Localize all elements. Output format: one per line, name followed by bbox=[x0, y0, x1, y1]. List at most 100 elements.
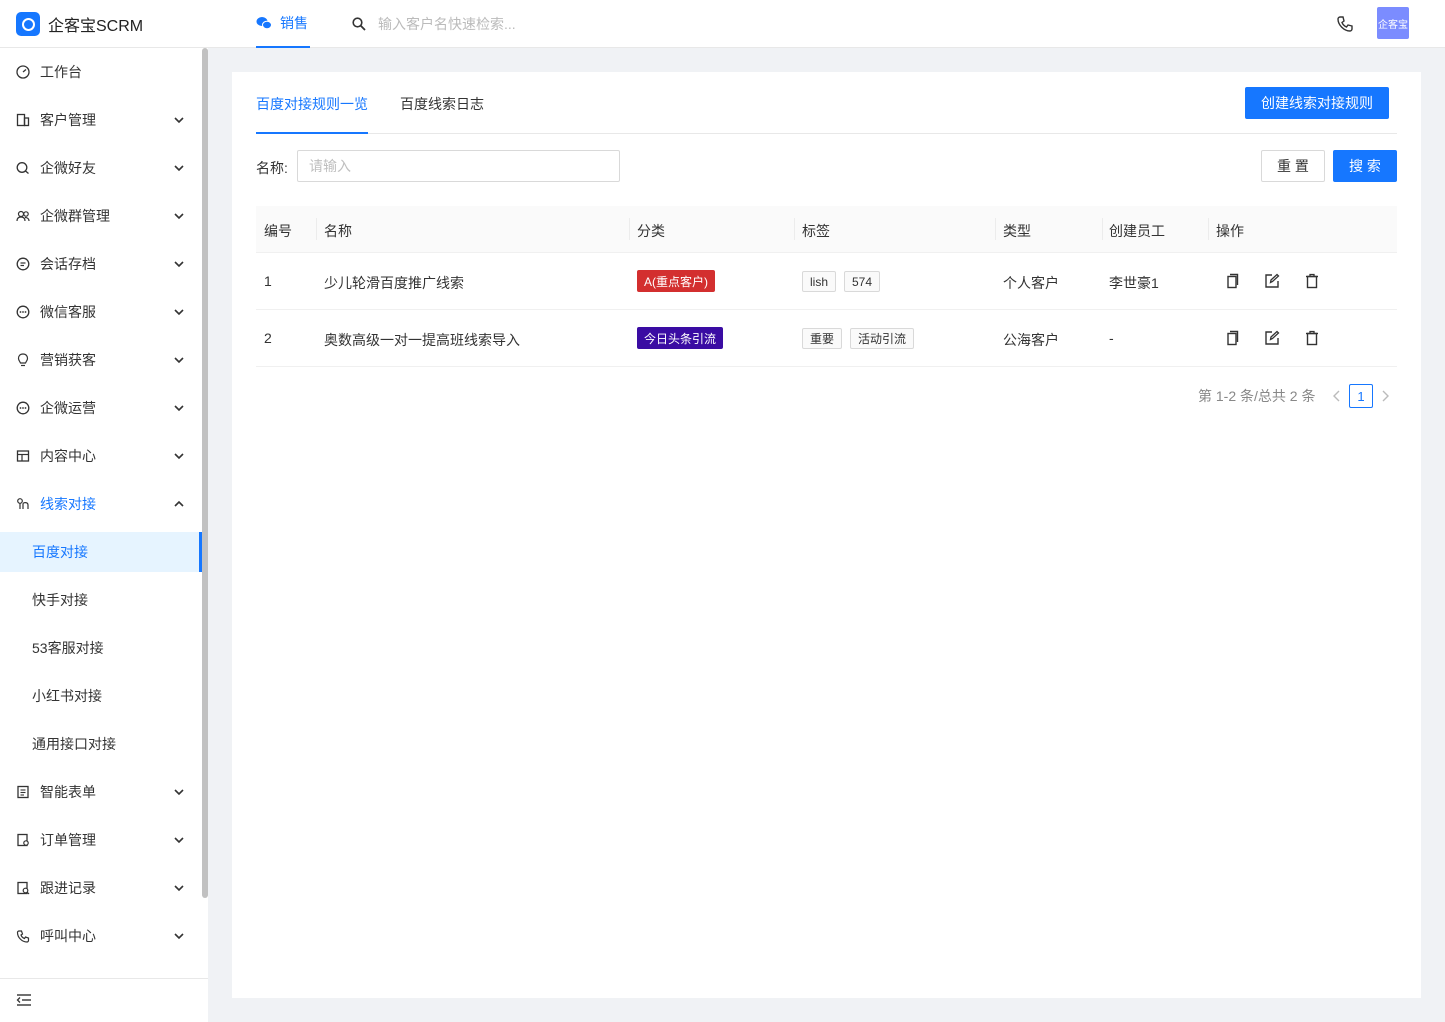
sidebar-item-customers[interactable]: 客户管理 bbox=[0, 96, 200, 144]
wechat-icon bbox=[256, 17, 272, 30]
row-id: 1 bbox=[264, 273, 272, 289]
sidebar-scrollbar[interactable] bbox=[202, 48, 208, 898]
name-filter-input[interactable] bbox=[297, 150, 620, 182]
sidebar-item-label: 智能表单 bbox=[40, 784, 96, 800]
label-tag: 活动引流 bbox=[850, 328, 915, 349]
sidebar-item-label: 企微运营 bbox=[40, 400, 96, 416]
pagination-page[interactable]: 1 bbox=[1349, 384, 1373, 408]
sidebar-item-label: 企微好友 bbox=[40, 160, 96, 176]
column-header: 创建员工 bbox=[1109, 223, 1165, 239]
nav-tab-sales[interactable]: 销售 bbox=[256, 0, 310, 48]
chevron-left-icon[interactable] bbox=[1332, 390, 1342, 402]
sidebar-subitem-xiaohongshu[interactable]: 小红书对接 bbox=[0, 676, 202, 716]
top-search bbox=[352, 0, 638, 48]
chevron-down-icon bbox=[174, 357, 184, 364]
tab-baidu-rules[interactable]: 百度对接规则一览 bbox=[256, 94, 368, 134]
pagination-summary: 第 1-2 条/总共 2 条 bbox=[1198, 388, 1316, 404]
delete-icon[interactable] bbox=[1304, 330, 1320, 346]
collapse-menu-icon[interactable] bbox=[16, 993, 32, 1007]
create-rule-button[interactable]: 创建线索对接规则 bbox=[1245, 87, 1389, 119]
sidebar-item-label: 内容中心 bbox=[40, 448, 96, 464]
chevron-right-icon[interactable] bbox=[1380, 390, 1390, 402]
row-id: 2 bbox=[264, 330, 272, 346]
user-avatar[interactable]: 企客宝 bbox=[1377, 7, 1409, 39]
sidebar-item-label: 工作台 bbox=[40, 64, 82, 80]
edit-icon[interactable] bbox=[1264, 330, 1280, 346]
sidebar-item-wecom-groups[interactable]: 企微群管理 bbox=[0, 192, 200, 240]
sidebar-item-wecom-friends[interactable]: 企微好友 bbox=[0, 144, 200, 192]
column-header: 操作 bbox=[1216, 223, 1244, 239]
service-icon bbox=[16, 305, 30, 319]
sidebar-item-leads[interactable]: 线索对接 bbox=[0, 480, 200, 528]
sidebar-item-smart-forms[interactable]: 智能表单 bbox=[0, 768, 200, 816]
copy-icon[interactable] bbox=[1224, 330, 1240, 346]
label-tag: 574 bbox=[844, 271, 881, 292]
chat-icon bbox=[16, 162, 29, 174]
copy-icon[interactable] bbox=[1224, 273, 1240, 289]
name-filter-label: 名称: bbox=[256, 160, 288, 176]
content-icon bbox=[16, 450, 30, 462]
sidebar-item-label: 营销获客 bbox=[40, 352, 96, 368]
chevron-down-icon bbox=[174, 117, 184, 124]
logo-icon bbox=[16, 12, 40, 36]
chevron-down-icon bbox=[174, 453, 184, 460]
reset-button[interactable]: 重 置 bbox=[1261, 150, 1325, 182]
sidebar-item-label: 企微群管理 bbox=[40, 208, 110, 224]
sidebar-item-label: 微信客服 bbox=[40, 304, 96, 320]
tab-baidu-logs[interactable]: 百度线索日志 bbox=[400, 94, 484, 134]
sidebar-item-marketing[interactable]: 营销获客 bbox=[0, 336, 200, 384]
sidebar-item-wecom-ops[interactable]: 企微运营 bbox=[0, 384, 200, 432]
row-creator: - bbox=[1109, 330, 1114, 346]
sidebar-footer bbox=[0, 978, 208, 1022]
category-tag: 今日头条引流 bbox=[637, 327, 724, 349]
tab-bar: 百度对接规则一览 百度线索日志 bbox=[256, 72, 1397, 134]
column-header: 编号 bbox=[264, 223, 292, 239]
delete-icon[interactable] bbox=[1304, 273, 1320, 289]
sidebar-item-workbench[interactable]: 工作台 bbox=[0, 48, 200, 96]
sidebar-item-label: 订单管理 bbox=[40, 832, 96, 848]
sidebar-item-call-center[interactable]: 呼叫中心 bbox=[0, 912, 200, 960]
sidebar-subitem-53kf[interactable]: 53客服对接 bbox=[0, 628, 202, 668]
table-header: 编号 名称 分类 标签 类型 创建员工 操作 bbox=[256, 206, 1397, 253]
app-logo[interactable]: 企客宝SCRM bbox=[16, 12, 143, 36]
chevron-up-icon bbox=[174, 500, 184, 507]
chevron-down-icon bbox=[174, 261, 184, 268]
form-icon bbox=[17, 785, 29, 799]
sidebar-item-label: 客户管理 bbox=[40, 112, 96, 128]
column-header: 类型 bbox=[1003, 223, 1031, 239]
column-header: 标签 bbox=[802, 223, 830, 239]
table-row: 1 少儿轮滑百度推广线索 A(重点客户) lish 574 个人客户 李世豪1 bbox=[256, 253, 1397, 310]
app-name: 企客宝SCRM bbox=[48, 18, 144, 35]
customer-search-input[interactable] bbox=[378, 16, 638, 32]
link-icon bbox=[17, 498, 29, 509]
sidebar-item-label: 会话存档 bbox=[40, 256, 96, 272]
chevron-down-icon bbox=[174, 885, 184, 892]
sidebar-item-orders[interactable]: 订单管理 bbox=[0, 816, 200, 864]
edit-icon[interactable] bbox=[1264, 273, 1280, 289]
row-creator: 李世豪1 bbox=[1109, 275, 1159, 291]
sidebar-subitem-generic-api[interactable]: 通用接口对接 bbox=[0, 724, 202, 764]
category-tag: A(重点客户) bbox=[637, 270, 715, 292]
building-icon bbox=[16, 113, 30, 127]
chevron-down-icon bbox=[174, 309, 184, 316]
phone-icon[interactable] bbox=[1336, 15, 1354, 33]
sidebar-item-content[interactable]: 内容中心 bbox=[0, 432, 200, 480]
sidebar-subitem-baidu[interactable]: 百度对接 bbox=[0, 532, 202, 572]
sidebar-subitem-kuaishou[interactable]: 快手对接 bbox=[0, 580, 202, 620]
sidebar-item-label: 呼叫中心 bbox=[40, 928, 96, 944]
sidebar-item-chat-archive[interactable]: 会话存档 bbox=[0, 240, 200, 288]
chevron-down-icon bbox=[174, 165, 184, 172]
message-icon bbox=[16, 257, 30, 271]
search-button[interactable]: 搜 索 bbox=[1333, 150, 1397, 182]
group-icon bbox=[16, 210, 30, 222]
chevron-down-icon bbox=[174, 933, 184, 940]
sidebar-item-followups[interactable]: 跟进记录 bbox=[0, 864, 200, 912]
row-name: 少儿轮滑百度推广线索 bbox=[324, 275, 464, 291]
nav-tab-sales-label: 销售 bbox=[280, 15, 308, 31]
chevron-down-icon bbox=[174, 789, 184, 796]
chevron-down-icon bbox=[174, 837, 184, 844]
sidebar-item-wechat-service[interactable]: 微信客服 bbox=[0, 288, 200, 336]
row-name: 奥数高级一对一提高班线索导入 bbox=[324, 332, 520, 348]
rules-table: 编号 名称 分类 标签 类型 创建员工 操作 1 少儿轮滑百度推广线索 A(重点… bbox=[256, 206, 1397, 367]
sidebar-item-label: 线索对接 bbox=[40, 496, 96, 512]
